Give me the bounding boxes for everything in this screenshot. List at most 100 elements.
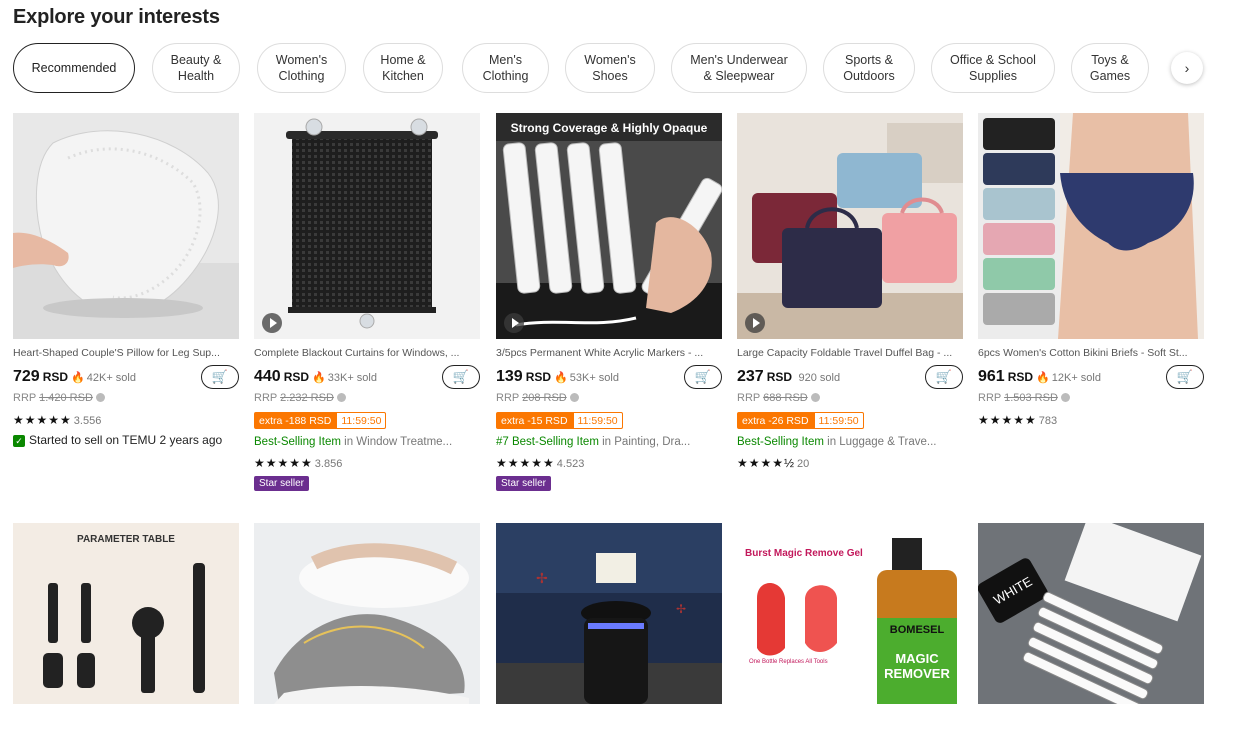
tab-mens-clothing[interactable]: Men's Clothing xyxy=(462,43,549,93)
extra-discount: extra -26 RSD 11:59:50 xyxy=(737,412,864,429)
best-seller-category: in Window Treatme... xyxy=(340,436,453,448)
tab-label: Office & School Supplies xyxy=(950,53,1036,83)
best-seller-rank[interactable]: Best-Selling Item in Luggage & Trave... xyxy=(737,436,963,448)
extra-discount-label: extra -188 RSD xyxy=(254,412,337,429)
product-title[interactable]: Complete Blackout Curtains for Windows, … xyxy=(254,347,480,359)
product-title[interactable]: 3/5pcs Permanent White Acrylic Markers -… xyxy=(496,347,722,359)
best-seller-label: Best-Selling Item xyxy=(737,436,824,448)
rrp-value: 1.420 RSD xyxy=(39,392,93,404)
product-price: 729 RSD 🔥 42K+ sold xyxy=(13,368,136,386)
product-image[interactable] xyxy=(737,113,963,339)
rrp-price: RRP 2.232 RSD xyxy=(254,392,346,404)
price-value: 237 xyxy=(737,368,764,385)
chevron-right-icon[interactable]: › xyxy=(1171,52,1203,84)
tab-recommended[interactable]: Recommended xyxy=(13,43,135,93)
tab-label: Men's Clothing xyxy=(482,53,529,83)
rrp-label: RRP xyxy=(496,392,520,404)
product-image[interactable] xyxy=(13,113,239,339)
info-icon[interactable] xyxy=(336,393,346,402)
tab-label: Women's Shoes xyxy=(584,53,636,83)
tab-label: Beauty & Health xyxy=(170,53,222,83)
rrp-label: RRP xyxy=(254,392,278,404)
best-seller-rank[interactable]: Best-Selling Item in Window Treatme... xyxy=(254,436,480,448)
tab-womens-clothing[interactable]: Women's Clothing xyxy=(257,43,346,93)
rrp-label: RRP xyxy=(978,392,1002,404)
tab-office-school[interactable]: Office & School Supplies xyxy=(931,43,1055,93)
currency: RSD xyxy=(1007,370,1034,384)
play-video-icon[interactable] xyxy=(745,313,765,333)
price-value: 440 xyxy=(254,368,281,385)
extra-discount-label: extra -15 RSD xyxy=(496,412,573,429)
mosquito-icon: ✢ xyxy=(676,602,686,616)
product-title[interactable]: 6pcs Women's Cotton Bikini Briefs - Soft… xyxy=(978,347,1204,359)
play-video-icon[interactable] xyxy=(504,313,524,333)
star-seller-badge: Star seller xyxy=(254,476,310,491)
product-image[interactable]: Burst Magic Remove Gel One Bottle Replac… xyxy=(737,523,963,749)
tab-beauty-health[interactable]: Beauty & Health xyxy=(152,43,240,93)
seller-since-text: Started to sell on TEMU 2 years ago xyxy=(29,433,223,447)
flame-icon: 🔥 xyxy=(554,372,568,384)
play-video-icon[interactable] xyxy=(262,313,282,333)
tab-sports-outdoors[interactable]: Sports & Outdoors xyxy=(823,43,915,93)
add-to-cart-button[interactable]: 🛒 xyxy=(925,365,963,389)
best-seller-label: Best-Selling Item xyxy=(254,436,341,448)
product-image[interactable] xyxy=(254,523,480,749)
product-image[interactable]: PARAMETER TABLE xyxy=(13,523,239,749)
product-image[interactable] xyxy=(254,113,480,339)
flame-icon: 🔥 xyxy=(312,372,326,384)
rating: ★★★★★ 4.523 xyxy=(496,456,585,470)
product-image[interactable]: Strong Coverage & Highly Opaque xyxy=(496,113,722,339)
flame-icon: 🔥 xyxy=(1036,372,1050,384)
sold-count: 53K+ sold xyxy=(569,372,619,384)
rrp-value: 208 RSD xyxy=(522,392,567,404)
product-image[interactable]: ✢ ✢ xyxy=(496,523,722,749)
rrp-label: RRP xyxy=(737,392,761,404)
rating-count: 783 xyxy=(1038,415,1058,427)
page-title: Explore your interests xyxy=(13,6,220,28)
briefs-image xyxy=(978,113,1204,339)
tab-mens-underwear[interactable]: Men's Underwear & Sleepwear xyxy=(671,43,807,93)
rating: ★★★★★ 3.556 xyxy=(13,413,102,427)
star-seller-badge: Star seller xyxy=(496,476,552,491)
currency: RSD xyxy=(42,370,69,384)
add-to-cart-button[interactable]: 🛒 xyxy=(684,365,722,389)
countdown-timer: 11:59:50 xyxy=(336,412,387,429)
add-to-cart-button[interactable]: 🛒 xyxy=(1166,365,1204,389)
tab-womens-shoes[interactable]: Women's Shoes xyxy=(565,43,655,93)
best-seller-category: in Luggage & Trave... xyxy=(823,436,937,448)
info-icon[interactable] xyxy=(1060,393,1070,402)
tab-label: Men's Underwear & Sleepwear xyxy=(690,53,788,83)
product-image[interactable] xyxy=(978,113,1204,339)
best-seller-rank[interactable]: #7 Best-Selling Item in Painting, Dra... xyxy=(496,436,722,448)
info-icon[interactable] xyxy=(569,393,579,402)
rating: ★★★★★ 3.856 xyxy=(254,456,343,470)
one-bottle-text: One Bottle Replaces All Tools xyxy=(749,659,828,665)
cart-plus-icon: 🛒 xyxy=(935,369,953,384)
product-title[interactable]: Large Capacity Foldable Travel Duffel Ba… xyxy=(737,347,963,359)
extra-discount-label: extra -26 RSD xyxy=(737,412,814,429)
rating: ★★★★★ 783 xyxy=(978,413,1058,427)
tab-toys-games[interactable]: Toys & Games xyxy=(1071,43,1149,93)
banner-text: Strong Coverage & Highly Opaque xyxy=(511,121,708,135)
flame-icon: 🔥 xyxy=(71,372,85,384)
seller-since: ✓ Started to sell on TEMU 2 years ago xyxy=(13,433,222,447)
tab-label: Sports & Outdoors xyxy=(843,53,895,83)
white-markers-image: WHITE xyxy=(978,523,1204,715)
product-title[interactable]: Heart-Shaped Couple'S Pillow for Leg Sup… xyxy=(13,347,239,359)
tab-home-kitchen[interactable]: Home & Kitchen xyxy=(363,43,443,93)
rating-count: 3.556 xyxy=(73,415,102,427)
price-value: 729 xyxy=(13,368,40,385)
add-to-cart-button[interactable]: 🛒 xyxy=(201,365,239,389)
price-value: 961 xyxy=(978,368,1005,385)
duffel-bags-image xyxy=(737,113,963,339)
tab-label: Recommended xyxy=(31,61,117,75)
rrp-value: 688 RSD xyxy=(763,392,808,404)
extra-discount: extra -15 RSD 11:59:50 xyxy=(496,412,623,429)
check-icon: ✓ xyxy=(13,435,25,447)
info-icon[interactable] xyxy=(95,393,105,402)
add-to-cart-button[interactable]: 🛒 xyxy=(442,365,480,389)
currency: RSD xyxy=(766,370,793,384)
info-icon[interactable] xyxy=(810,393,820,402)
nail-remover-image: Burst Magic Remove Gel One Bottle Replac… xyxy=(737,523,963,704)
product-image[interactable]: WHITE xyxy=(978,523,1204,749)
